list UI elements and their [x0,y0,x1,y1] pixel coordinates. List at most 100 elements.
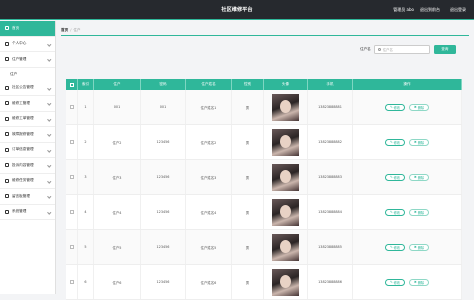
cell-account: 001 [94,90,141,124]
sidebar-item-fault-reports[interactable]: 故障报修管理 [0,127,55,143]
header-phone: 手机 [308,79,353,90]
cell-phone: 13823888884 [308,195,353,229]
cell-index: 1 [78,90,94,124]
table-row: 1 001 001 住户姓名1 男 13823888881 ✎ 修改 ✖ 删除 [66,90,462,125]
row-checkbox[interactable] [69,140,74,144]
cell-avatar [264,230,308,264]
breadcrumb-home[interactable]: 首页 [61,28,68,33]
edit-button[interactable]: ✎ 修改 [384,173,405,181]
delete-button[interactable]: ✖ 删除 [409,243,430,251]
avatar[interactable] [272,198,299,226]
row-checkbox[interactable] [69,280,74,284]
chevron-down-icon [46,147,51,152]
search-input[interactable]: 住户名 [373,45,430,54]
user-icon [5,41,9,46]
sidebar-item-announcements[interactable]: 社区公告管理 [0,81,55,96]
wrench-icon [5,132,9,137]
avatar[interactable] [272,128,299,156]
row-select-cell [66,160,78,194]
chevron-down-icon [46,57,51,62]
cell-sex: 男 [232,90,264,124]
message-icon [5,194,9,199]
header-index: 索引 [78,79,94,90]
avatar[interactable] [272,268,299,296]
row-checkbox[interactable] [69,245,74,249]
cell-index: 3 [78,160,94,194]
edit-button[interactable]: ✎ 修改 [384,208,405,216]
avatar[interactable] [272,163,299,191]
cell-actions: ✎ 修改 ✖ 删除 [353,230,462,264]
search-button[interactable]: 查询 [433,45,456,54]
worker-icon [5,101,9,106]
sidebar-item-repairmen[interactable]: 维修工管理 [0,96,55,112]
cell-password: 123456 [141,160,186,194]
sidebar-item-order-info[interactable]: 订单信息管理 [0,143,55,158]
header-avatar: 头像 [264,79,308,90]
cell-account: 住户2 [94,125,141,159]
header-sex: 性别 [232,79,264,90]
delete-button[interactable]: ✖ 删除 [409,208,430,216]
chevron-down-icon [46,85,51,90]
avatar[interactable] [272,233,299,261]
delete-button[interactable]: ✖ 删除 [409,103,430,111]
avatar[interactable] [272,93,299,121]
order-icon [5,116,9,121]
table-row: 5 住户5 123456 住户姓名5 男 13823888885 ✎ 修改 ✖ 删除 [66,230,462,265]
back-to-front-link[interactable]: 退出到前台 [420,7,440,13]
row-checkbox[interactable] [69,175,74,179]
chevron-down-icon [46,116,51,121]
sidebar-item-tasks[interactable]: 维修任务管理 [0,174,55,189]
edit-button[interactable]: ✎ 修改 [384,103,405,111]
edit-button[interactable]: ✎ 修改 [384,278,405,286]
sidebar-subitem-resident[interactable]: 住户 [0,68,55,81]
task-icon [5,178,9,183]
sidebar-item-messages[interactable]: 留言板管理 [0,189,55,205]
chevron-down-icon [46,209,51,214]
delete-button[interactable]: ✖ 删除 [409,173,430,181]
admin-user-label: 管理员 abo [393,7,414,12]
sidebar-item-system[interactable]: 系统管理 [0,205,55,220]
sidebar-item-work-orders[interactable]: 维修工单管理 [0,112,55,127]
notice-icon [5,85,9,90]
row-checkbox[interactable] [69,210,74,214]
header-actions: 操作 [353,79,462,90]
cell-avatar [264,125,308,159]
sidebar-item-residents[interactable]: 住户管理 [0,52,55,68]
row-select-cell [66,125,78,159]
row-select-cell [66,195,78,229]
edit-button[interactable]: ✎ 修改 [384,138,405,146]
table-row: 3 住户3 123456 住户姓名3 男 13823888883 ✎ 修改 ✖ 删除 [66,160,462,195]
table-row: 2 住户2 123456 住户姓名2 男 13823888882 ✎ 修改 ✖ 删除 [66,125,462,160]
breadcrumb: 首页 / 住户 [61,25,469,35]
cell-name: 住户姓名4 [186,195,232,229]
cell-phone: 13823888883 [308,160,353,194]
cell-account: 住户5 [94,230,141,264]
top-navbar: 社区维修平台 管理员 abo 退出到前台 退出登录 [0,0,474,20]
sidebar-item-home[interactable]: 首页 [0,21,55,37]
sidebar-item-complaints[interactable]: 投诉内容管理 [0,158,55,174]
edit-button[interactable]: ✎ 修改 [384,243,405,251]
header-name: 住户姓名 [186,79,232,90]
select-all-checkbox[interactable] [69,82,74,87]
chevron-down-icon [46,41,51,46]
table-body: 1 001 001 住户姓名1 男 13823888881 ✎ 修改 ✖ 删除 2 住户2 1234… [66,90,462,300]
cell-name: 住户姓名1 [186,90,232,124]
search-bar: 住户名 住户名 查询 [360,45,456,54]
delete-button[interactable]: ✖ 删除 [409,278,430,286]
divider [61,35,469,36]
cell-actions: ✎ 修改 ✖ 删除 [353,160,462,194]
cell-password: 123456 [141,230,186,264]
logout-link[interactable]: 退出登录 [450,7,466,13]
row-select-cell [66,90,78,124]
search-label: 住户名 [360,47,371,51]
row-checkbox[interactable] [69,105,74,109]
cell-actions: ✎ 修改 ✖ 删除 [353,195,462,229]
cell-phone: 13823888881 [308,90,353,124]
delete-button[interactable]: ✖ 删除 [409,138,430,146]
chevron-down-icon [46,163,51,168]
cell-avatar [264,90,308,124]
cell-index: 2 [78,125,94,159]
sidebar-item-profile[interactable]: 个人中心 [0,37,55,52]
chevron-down-icon [46,194,51,199]
cell-sex: 男 [232,195,264,229]
